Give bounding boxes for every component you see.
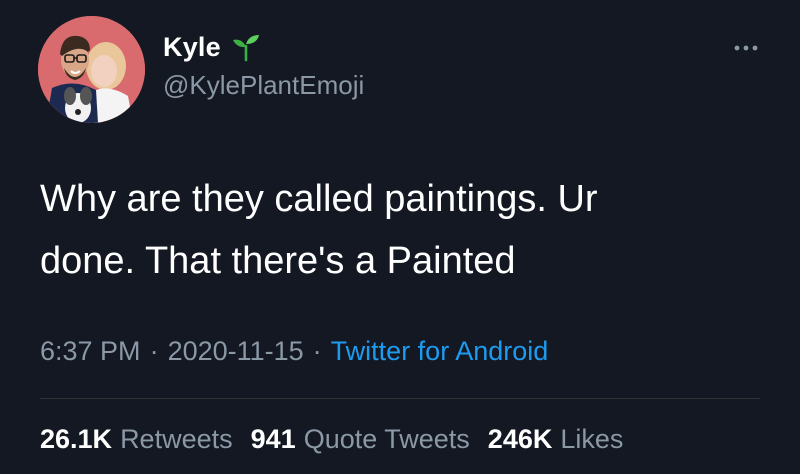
quote-tweets-label: Quote Tweets xyxy=(303,424,470,454)
divider xyxy=(40,398,760,399)
likes-count: 246K xyxy=(487,424,553,454)
user-handle[interactable]: @KylePlantEmoji xyxy=(163,70,364,101)
tweet-date[interactable]: 2020-11-15 xyxy=(168,336,304,367)
quote-tweets-count: 941 xyxy=(250,424,296,454)
retweets-label: Retweets xyxy=(120,424,233,454)
sprout-icon xyxy=(231,32,261,62)
likes-label: Likes xyxy=(560,424,624,454)
more-options-icon[interactable] xyxy=(731,38,761,58)
engagement-stats: 26.1K Retweets 941 Quote Tweets 246K Lik… xyxy=(40,424,641,455)
quote-tweets-stat[interactable]: 941 Quote Tweets xyxy=(251,424,470,455)
meta-separator: · xyxy=(312,336,322,366)
display-name[interactable]: Kyle xyxy=(163,32,221,63)
tweet-card: Kyle @KylePlantEmoji Why are they called… xyxy=(0,0,800,474)
retweets-stat[interactable]: 26.1K Retweets xyxy=(40,424,233,455)
avatar-illustration xyxy=(38,16,145,123)
author-info: Kyle @KylePlantEmoji xyxy=(163,32,364,101)
avatar[interactable] xyxy=(38,16,145,123)
meta-separator: · xyxy=(149,336,159,366)
tweet-source-link[interactable]: Twitter for Android xyxy=(331,336,549,367)
retweets-count: 26.1K xyxy=(40,424,113,454)
tweet-meta: 6:37 PM · 2020-11-15 · Twitter for Andro… xyxy=(40,336,548,367)
tweet-time[interactable]: 6:37 PM xyxy=(40,336,141,367)
name-row: Kyle xyxy=(163,32,364,62)
tweet-text: Why are they called paintings. Ur done. … xyxy=(40,178,598,282)
likes-stat[interactable]: 246K Likes xyxy=(488,424,624,455)
